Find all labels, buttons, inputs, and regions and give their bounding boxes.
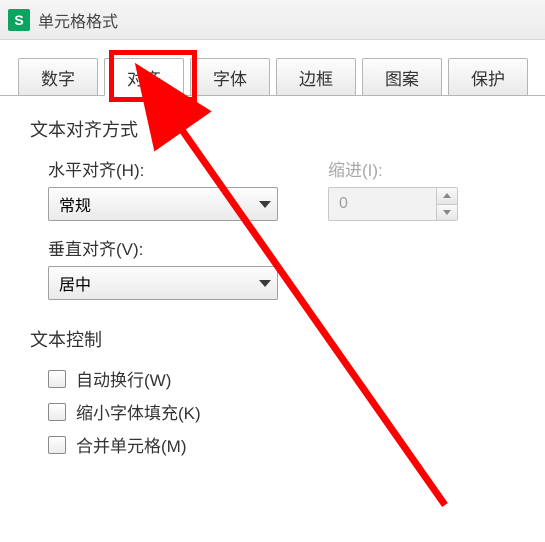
tab-border[interactable]: 边框 [276, 58, 356, 96]
v-align-combo[interactable]: 居中 [48, 266, 278, 300]
section-text-control: 文本控制 [30, 326, 545, 352]
app-icon: S [8, 9, 30, 31]
spinner-up-button[interactable] [437, 188, 457, 205]
indent-label: 缩进(I): [328, 156, 458, 181]
chevron-down-icon [443, 210, 451, 215]
v-align-value: 居中 [59, 271, 91, 295]
tab-bar: 数字 对齐 字体 边框 图案 保护 [18, 58, 545, 96]
wrap-checkbox[interactable] [48, 370, 66, 388]
chevron-up-icon [443, 193, 451, 198]
titlebar: S 单元格格式 [0, 0, 545, 40]
tab-font[interactable]: 字体 [190, 58, 270, 96]
tab-pattern[interactable]: 图案 [362, 58, 442, 96]
window-title: 单元格格式 [38, 8, 118, 32]
h-align-combo[interactable]: 常规 [48, 187, 278, 221]
tab-protect[interactable]: 保护 [448, 58, 528, 96]
indent-spinner[interactable]: 0 [328, 187, 458, 221]
chevron-down-icon [259, 201, 271, 208]
shrink-label: 缩小字体填充(K) [76, 399, 201, 424]
indent-value: 0 [339, 195, 348, 213]
v-align-label: 垂直对齐(V): [48, 235, 545, 260]
h-align-label: 水平对齐(H): [48, 156, 278, 181]
shrink-checkbox[interactable] [48, 403, 66, 421]
merge-label: 合并单元格(M) [76, 432, 186, 457]
merge-checkbox[interactable] [48, 436, 66, 454]
chevron-down-icon [259, 280, 271, 287]
wrap-label: 自动换行(W) [76, 366, 171, 391]
h-align-value: 常规 [59, 192, 91, 216]
tab-number[interactable]: 数字 [18, 58, 98, 96]
tab-align[interactable]: 对齐 [104, 58, 184, 96]
section-text-align: 文本对齐方式 [30, 116, 545, 142]
spinner-down-button[interactable] [437, 205, 457, 221]
content-area: 文本对齐方式 水平对齐(H): 常规 缩进(I): 0 垂直对齐(V): 居中 [0, 95, 545, 457]
spinner-buttons [436, 188, 457, 220]
